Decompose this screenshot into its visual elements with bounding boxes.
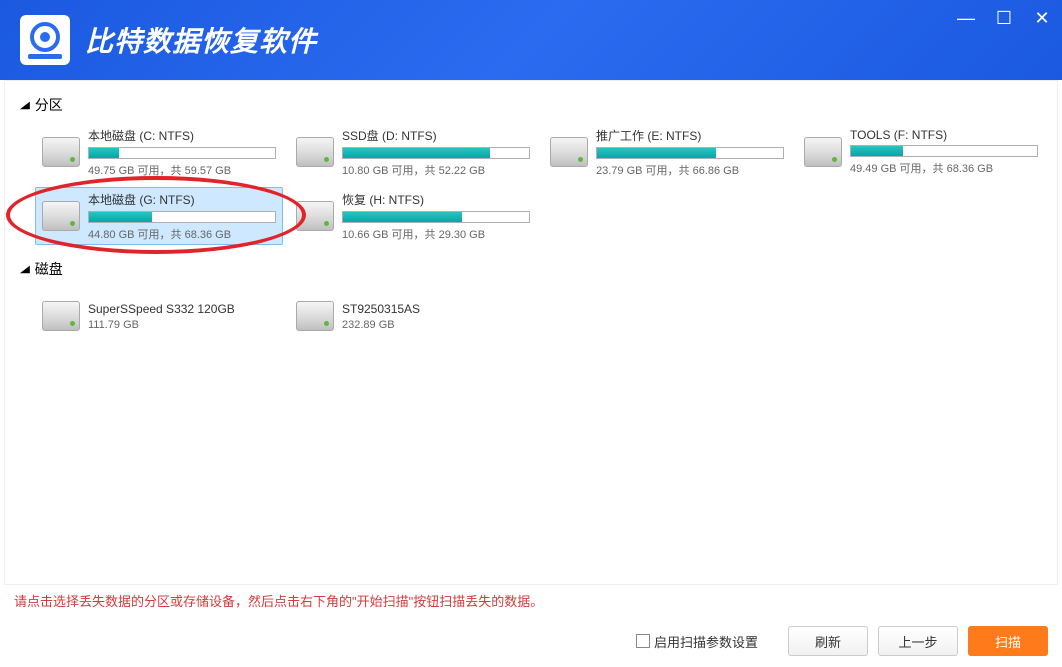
hint-text: 请点击选择丢失数据的分区或存储设备，然后点击右下角的"开始扫描"按钮扫描丢失的数… bbox=[0, 585, 1062, 616]
usage-bar bbox=[342, 211, 530, 223]
close-button[interactable]: ✕ bbox=[1032, 8, 1052, 29]
partition-item[interactable]: TOOLS (F: NTFS) 49.49 GB 可用，共 68.36 GB bbox=[797, 123, 1045, 181]
disk-name: SuperSSpeed S332 120GB bbox=[88, 302, 276, 316]
partition-item[interactable]: SSD盘 (D: NTFS) 10.80 GB 可用，共 52.22 GB bbox=[289, 123, 537, 181]
drive-name: 本地磁盘 (G: NTFS) bbox=[88, 191, 276, 208]
drive-info: 恢复 (H: NTFS) 10.66 GB 可用，共 29.30 GB bbox=[342, 191, 530, 242]
app-logo-icon bbox=[20, 15, 70, 65]
drive-name: SSD盘 (D: NTFS) bbox=[342, 127, 530, 144]
partition-item[interactable]: 推广工作 (E: NTFS) 23.79 GB 可用，共 66.86 GB bbox=[543, 123, 791, 181]
drive-icon bbox=[42, 137, 80, 167]
partition-item[interactable]: 本地磁盘 (G: NTFS) 44.80 GB 可用，共 68.36 GB bbox=[35, 187, 283, 245]
drive-icon bbox=[296, 137, 334, 167]
drive-name: TOOLS (F: NTFS) bbox=[850, 128, 1038, 142]
drive-info: SuperSSpeed S332 120GB 111.79 GB bbox=[88, 302, 276, 331]
drive-info: 推广工作 (E: NTFS) 23.79 GB 可用，共 66.86 GB bbox=[596, 127, 784, 178]
usage-bar bbox=[88, 147, 276, 159]
drive-icon bbox=[296, 201, 334, 231]
drive-icon bbox=[296, 301, 334, 331]
drive-name: 推广工作 (E: NTFS) bbox=[596, 127, 784, 144]
usage-bar bbox=[850, 145, 1038, 157]
enable-scan-params-label: 启用扫描参数设置 bbox=[654, 632, 758, 651]
drive-info: SSD盘 (D: NTFS) 10.80 GB 可用，共 52.22 GB bbox=[342, 127, 530, 178]
main-panel: ◢ 分区 本地磁盘 (C: NTFS) 49.75 GB 可用，共 59.57 G… bbox=[4, 80, 1058, 585]
disk-grid: SuperSSpeed S332 120GB 111.79 GB ST9250315… bbox=[35, 287, 1047, 345]
drive-stat: 23.79 GB 可用，共 66.86 GB bbox=[596, 162, 784, 178]
section-disk-label: 磁盘 bbox=[35, 259, 63, 279]
drive-info: 本地磁盘 (C: NTFS) 49.75 GB 可用，共 59.57 GB bbox=[88, 127, 276, 178]
maximize-button[interactable]: ☐ bbox=[994, 8, 1014, 29]
disk-size: 232.89 GB bbox=[342, 319, 530, 331]
drive-info: TOOLS (F: NTFS) 49.49 GB 可用，共 68.36 GB bbox=[850, 128, 1038, 176]
usage-bar bbox=[88, 211, 276, 223]
collapse-icon: ◢ bbox=[20, 100, 30, 111]
window-controls: — ☐ ✕ bbox=[956, 8, 1052, 29]
section-partition-header[interactable]: ◢ 分区 bbox=[21, 95, 1047, 115]
prev-button[interactable]: 上一步 bbox=[878, 626, 958, 656]
scan-button[interactable]: 扫描 bbox=[968, 626, 1048, 656]
drive-icon bbox=[42, 201, 80, 231]
collapse-icon: ◢ bbox=[20, 264, 30, 275]
disk-item[interactable]: ST9250315AS 232.89 GB bbox=[289, 287, 537, 345]
partition-grid: 本地磁盘 (C: NTFS) 49.75 GB 可用，共 59.57 GB SSD盘… bbox=[35, 123, 1047, 245]
drive-icon bbox=[804, 137, 842, 167]
drive-name: 本地磁盘 (C: NTFS) bbox=[88, 127, 276, 144]
drive-stat: 44.80 GB 可用，共 68.36 GB bbox=[88, 226, 276, 242]
section-disk-header[interactable]: ◢ 磁盘 bbox=[21, 259, 1047, 279]
disk-name: ST9250315AS bbox=[342, 302, 530, 316]
drive-info: 本地磁盘 (G: NTFS) 44.80 GB 可用，共 68.36 GB bbox=[88, 191, 276, 242]
disk-item[interactable]: SuperSSpeed S332 120GB 111.79 GB bbox=[35, 287, 283, 345]
drive-info: ST9250315AS 232.89 GB bbox=[342, 302, 530, 331]
enable-scan-params-checkbox[interactable]: 启用扫描参数设置 bbox=[636, 632, 758, 651]
section-partition-label: 分区 bbox=[35, 95, 63, 115]
drive-stat: 10.66 GB 可用，共 29.30 GB bbox=[342, 226, 530, 242]
partition-item[interactable]: 恢复 (H: NTFS) 10.66 GB 可用，共 29.30 GB bbox=[289, 187, 537, 245]
refresh-button[interactable]: 刷新 bbox=[788, 626, 868, 656]
title-bar: 比特数据恢复软件 — ☐ ✕ bbox=[0, 0, 1062, 80]
drive-name: 恢复 (H: NTFS) bbox=[342, 191, 530, 208]
drive-icon bbox=[550, 137, 588, 167]
disk-size: 111.79 GB bbox=[88, 319, 276, 331]
usage-bar bbox=[596, 147, 784, 159]
partition-item[interactable]: 本地磁盘 (C: NTFS) 49.75 GB 可用，共 59.57 GB bbox=[35, 123, 283, 181]
usage-bar bbox=[342, 147, 530, 159]
drive-stat: 49.75 GB 可用，共 59.57 GB bbox=[88, 162, 276, 178]
footer-bar: 启用扫描参数设置 刷新 上一步 扫描 bbox=[0, 616, 1062, 666]
app-title: 比特数据恢复软件 bbox=[85, 20, 317, 60]
drive-stat: 49.49 GB 可用，共 68.36 GB bbox=[850, 160, 1038, 176]
drive-stat: 10.80 GB 可用，共 52.22 GB bbox=[342, 162, 530, 178]
minimize-button[interactable]: — bbox=[956, 8, 976, 29]
checkbox-icon bbox=[636, 634, 650, 648]
drive-icon bbox=[42, 301, 80, 331]
